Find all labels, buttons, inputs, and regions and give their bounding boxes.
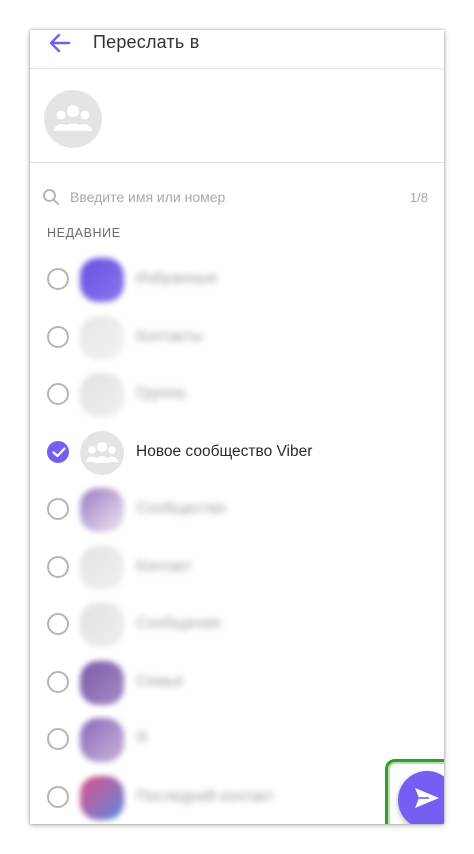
contact-name: Контакт [136,557,192,575]
contact-row[interactable]: Контакты [30,309,444,367]
contact-row[interactable]: Сообщество [30,481,444,539]
contact-avatar [80,775,124,820]
contact-avatar [80,258,124,302]
community-icon [53,102,93,137]
radio-checked[interactable] [47,440,69,463]
contact-name: Новое сообщество Viber [136,442,313,460]
selected-recipient-avatar[interactable] [44,90,102,148]
contact-avatar [80,660,124,705]
check-icon [52,446,66,457]
app-header: Переслать в [30,30,444,68]
page-title: Переслать в [93,32,200,52]
send-icon [413,786,441,815]
radio-unchecked[interactable] [47,785,69,808]
contact-row[interactable]: Избранные [30,251,444,309]
contact-row[interactable]: Новое сообщество Viber [30,424,444,482]
radio-unchecked[interactable] [47,383,69,405]
search-bar: 1/8 [30,182,444,212]
contact-avatar [80,603,124,647]
radio-unchecked[interactable] [47,498,69,520]
contact-avatar [80,315,124,360]
phone-screen: Переслать в 1/8 НЕДАВНИЕ ИзбранныеКонта [30,30,444,824]
radio-unchecked[interactable] [47,555,69,578]
contact-row[interactable]: Последний контакт [30,769,444,825]
contact-avatar [80,373,124,417]
contact-row[interactable]: Сообщения [30,596,444,654]
contact-name: Группа [136,385,186,402]
contact-name: Я [136,730,148,747]
contact-name: Избранные [136,270,218,287]
contact-name: Сообщество [136,500,227,517]
contact-name: Сообщения [136,615,221,632]
contact-row[interactable]: Я [30,711,444,769]
back-arrow-icon[interactable] [48,32,72,54]
contact-row[interactable]: Группа [30,366,444,424]
contact-avatar [80,545,124,590]
contact-avatar [80,718,124,762]
radio-unchecked[interactable] [47,268,69,290]
search-input[interactable] [70,184,370,210]
contact-name: Семья [136,672,183,690]
contact-row[interactable]: Контакт [30,539,444,597]
search-icon [42,188,60,206]
radio-unchecked[interactable] [47,670,69,693]
divider [30,162,444,163]
contact-avatar [80,430,124,475]
community-icon [86,441,118,463]
contact-avatar [80,488,124,532]
selection-counter: 1/8 [409,190,428,205]
contact-row[interactable]: Семья [30,654,444,712]
contact-name: Последний контакт [136,787,274,805]
recent-section-label: НЕДАВНИЕ [47,226,121,240]
radio-unchecked[interactable] [47,728,69,750]
contact-name: Контакты [136,327,203,345]
radio-unchecked[interactable] [47,325,69,348]
radio-unchecked[interactable] [47,613,69,635]
